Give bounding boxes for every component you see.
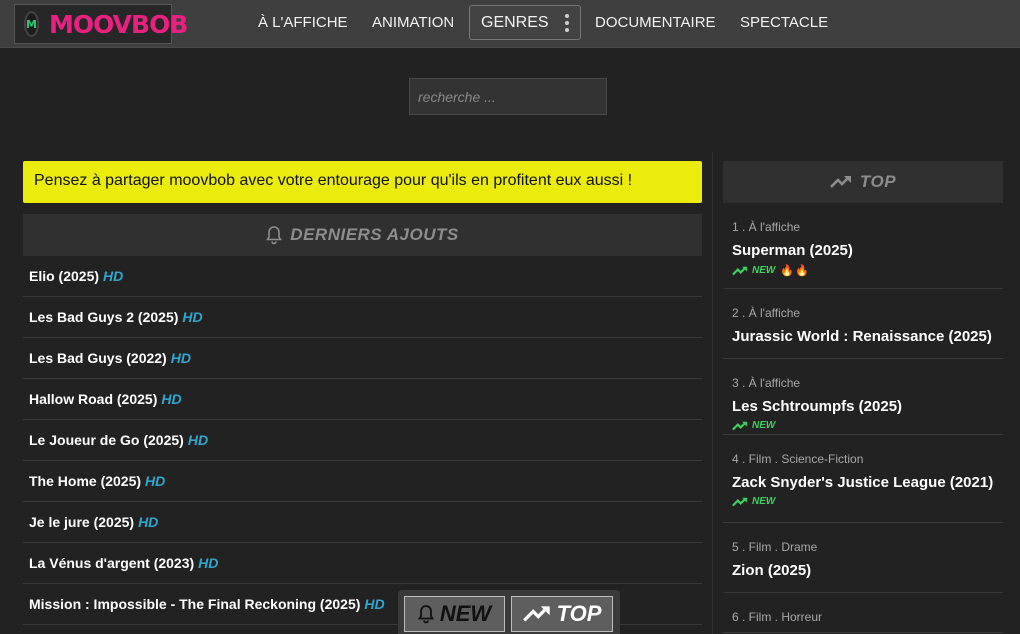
new-badge: NEW 🔥🔥: [732, 264, 1003, 277]
top-item-title: Zion (2025): [732, 562, 812, 579]
share-banner: Pensez à partager moovbob avec votre ent…: [23, 161, 702, 203]
hd-badge: HD: [103, 268, 124, 284]
nav-a-l-affiche[interactable]: À L'AFFICHE: [258, 14, 348, 31]
logo-badge: M: [24, 11, 39, 37]
trending-up-icon: [830, 176, 851, 188]
latest-list-item[interactable]: La Vénus d'argent (2023) HD: [23, 543, 702, 584]
latest-item-title: La Vénus d'argent (2023): [29, 555, 195, 571]
top-item-meta: 3 . À l'affiche: [732, 376, 801, 390]
latest-list-item[interactable]: Je le jure (2025) HD: [23, 502, 702, 543]
nav-genres-dropdown[interactable]: GENRES: [469, 5, 581, 40]
nav-documentaire[interactable]: DOCUMENTAIRE: [595, 14, 716, 31]
top-item-meta: 5 . Film . Drame: [732, 540, 818, 554]
latest-list-item[interactable]: Le Joueur de Go (2025) HD: [23, 420, 702, 461]
trending-up-icon: [732, 421, 748, 430]
latest-item-title: Je le jure (2025): [29, 514, 135, 530]
top-list: 1 . À l'affiche Superman (2025) NEW 🔥🔥 2 . À…: [723, 209, 1003, 633]
latest-list-item[interactable]: Elio (2025) HD: [23, 256, 702, 297]
latest-list-item[interactable]: Les Bad Guys 2 (2025) HD: [23, 297, 702, 338]
top-item-meta: 4 . Film . Science-Fiction: [732, 452, 864, 466]
latest-item-title: Elio (2025): [29, 268, 100, 284]
fire-icon: 🔥🔥: [780, 265, 810, 277]
top-item-title: Superman (2025): [732, 242, 853, 259]
nav-spectacle[interactable]: SPECTACLE: [740, 14, 828, 31]
latest-section-header: DERNIERS AJOUTS: [23, 214, 702, 256]
latest-list: Elio (2025) HD Les Bad Guys 2 (2025) HD Les …: [23, 256, 702, 625]
latest-item-title: Les Bad Guys (2022): [29, 350, 167, 366]
nav-animation[interactable]: ANIMATION: [372, 14, 454, 31]
float-new-label: NEW: [439, 601, 492, 626]
top-list-item[interactable]: 6 . Film . Horreur: [723, 593, 1003, 633]
hd-badge: HD: [161, 391, 182, 407]
more-vertical-icon: [565, 14, 569, 32]
top-list-item[interactable]: 4 . Film . Science-Fiction Zack Snyder's …: [723, 435, 1003, 523]
trending-up-icon: [732, 497, 748, 506]
latest-item-title: Les Bad Guys 2 (2025): [29, 309, 179, 325]
top-item-meta: 2 . À l'affiche: [732, 306, 801, 320]
top-item-title: Jurassic World : Renaissance (2025): [732, 328, 992, 345]
top-item-title: Zack Snyder's Justice League (2021): [732, 474, 994, 491]
trending-up-icon: [732, 266, 748, 275]
top-list-item[interactable]: 3 . À l'affiche Les Schtroumpfs (2025) NEW: [723, 359, 1003, 435]
top-section-header: TOP: [723, 161, 1003, 203]
hd-badge: HD: [187, 432, 209, 448]
trending-up-icon: [522, 606, 550, 622]
latest-item-title: Mission : Impossible - The Final Reckoni…: [29, 596, 361, 612]
latest-item-title: Le Joueur de Go (2025): [29, 432, 184, 448]
new-badge: NEW: [732, 496, 1003, 507]
latest-item-title: The Home (2025): [29, 473, 142, 489]
new-badge-label: NEW: [752, 265, 776, 276]
hd-badge: HD: [198, 555, 219, 571]
floating-tab-bar: NEW TOP: [398, 590, 620, 634]
top-list-item[interactable]: 2 . À l'affiche Jurassic World : Renaissa…: [723, 289, 1003, 359]
hd-badge: HD: [170, 350, 191, 366]
new-badge: NEW: [732, 420, 1003, 431]
top-item-meta: 1 . À l'affiche: [732, 220, 801, 234]
top-list-item[interactable]: 1 . À l'affiche Superman (2025) NEW 🔥🔥: [723, 209, 1003, 289]
bell-icon: [417, 605, 434, 624]
top-section-title: TOP: [859, 172, 897, 191]
top-item-title: Les Schtroumpfs (2025): [732, 398, 903, 415]
hd-badge: HD: [364, 596, 385, 612]
site-logo[interactable]: M MOOVBOB: [14, 4, 188, 44]
column-divider: [712, 152, 713, 634]
search-input[interactable]: [409, 78, 607, 115]
latest-list-item[interactable]: Les Bad Guys (2022) HD: [23, 338, 702, 379]
hd-badge: HD: [182, 309, 203, 325]
float-top-button[interactable]: TOP: [511, 596, 613, 632]
nav-genres-label: GENRES: [481, 13, 549, 31]
hd-badge: HD: [145, 473, 166, 489]
float-top-label: TOP: [556, 601, 602, 626]
float-new-button[interactable]: NEW: [404, 596, 505, 632]
latest-item-title: Hallow Road (2025): [29, 391, 158, 407]
latest-list-item[interactable]: Hallow Road (2025) HD: [23, 379, 702, 420]
top-item-meta: 6 . Film . Horreur: [732, 610, 823, 624]
latest-list-item[interactable]: The Home (2025) HD: [23, 461, 702, 502]
latest-section-title: DERNIERS AJOUTS: [290, 225, 459, 244]
logo-text: MOOVBOB: [48, 9, 188, 39]
top-list-item[interactable]: 5 . Film . Drame Zion (2025): [723, 523, 1003, 593]
new-badge-label: NEW: [752, 420, 776, 431]
bell-icon: [266, 226, 283, 245]
hd-badge: HD: [138, 514, 159, 530]
new-badge-label: NEW: [752, 496, 776, 507]
top-navbar: M MOOVBOB À L'AFFICHE ANIMATION GENRES D…: [0, 0, 1020, 48]
